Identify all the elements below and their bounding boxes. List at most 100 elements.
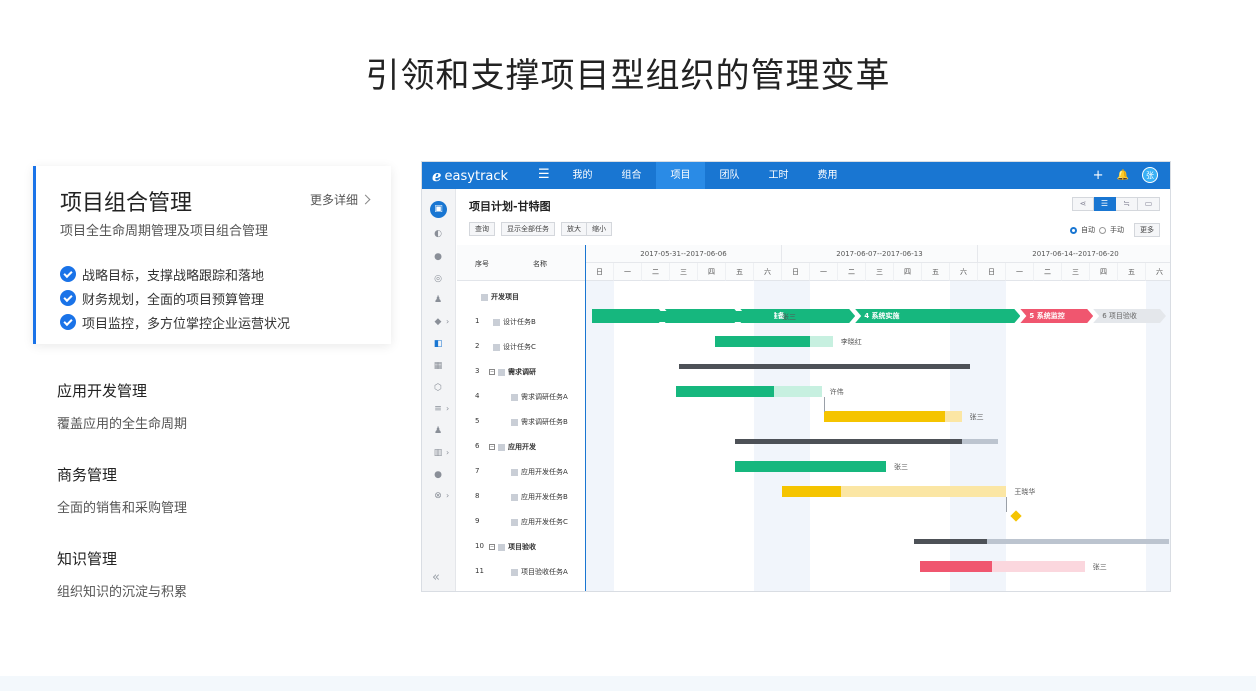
table-row[interactable]: 8 应用开发任务B: [457, 483, 586, 508]
list-item-label: 项目监控，多方位掌控企业运营状况: [82, 316, 291, 332]
task-bar[interactable]: [592, 311, 774, 322]
chevron-right-icon: [360, 194, 371, 205]
more-details-link[interactable]: 更多详细: [310, 191, 371, 208]
phase-bar[interactable]: 4 系统实施: [855, 309, 1020, 323]
task-name: − 项目验收: [489, 542, 536, 552]
task-icon: [498, 443, 505, 451]
list-icon[interactable]: ≡: [433, 404, 443, 414]
auto-radio[interactable]: [1070, 226, 1077, 234]
feature-card-portfolio[interactable]: 项目组合管理 更多详细 项目全生命周期管理及项目组合管理 战略目标，支撑战略跟踪…: [33, 166, 391, 344]
manual-radio[interactable]: [1099, 226, 1106, 234]
gantt-grid: 序号 名称 2017-05-31--2017-06-06 2017-06-07--…: [457, 245, 1170, 591]
add-icon[interactable]: +: [1093, 168, 1104, 183]
list-item: 项目监控，多方位掌控企业运营状况: [60, 310, 290, 334]
table-row[interactable]: 1 设计任务B: [457, 308, 586, 333]
logo-icon: ℯ: [432, 167, 442, 185]
row-number: 5: [475, 417, 480, 425]
nav-item-timesheet[interactable]: 工时: [754, 162, 803, 189]
calendar-icon[interactable]: ▦: [433, 361, 443, 371]
task-bar[interactable]: [676, 386, 822, 397]
table-row[interactable]: 4 需求调研任务A: [457, 383, 586, 408]
task-bar[interactable]: [782, 486, 1007, 497]
shield-icon[interactable]: ⬡: [433, 383, 443, 393]
collapse-icon[interactable]: −: [489, 544, 495, 550]
task-label: 项目验收: [508, 543, 536, 551]
filter-view-icon[interactable]: ≒: [1116, 197, 1138, 211]
task-remaining: [944, 411, 962, 422]
table-row[interactable]: 6 − 应用开发: [457, 433, 586, 458]
avatar[interactable]: 张: [1142, 167, 1158, 183]
assignee-label: 张三: [969, 413, 984, 421]
task-bar[interactable]: [734, 461, 886, 472]
report-icon[interactable]: ▥: [433, 448, 443, 458]
summary-progress: [914, 539, 987, 544]
table-row[interactable]: 11 项目验收任务A: [457, 558, 586, 583]
show-all-tasks-button[interactable]: 显示全部任务: [501, 222, 555, 236]
day-header: 五: [726, 263, 754, 281]
assignee-label: 许伟: [829, 388, 844, 396]
bell-icon[interactable]: 🔔: [1117, 170, 1129, 181]
collapse-icon[interactable]: −: [489, 444, 495, 450]
collapse-icon[interactable]: −: [489, 369, 495, 375]
task-label: 应用开发任务C: [521, 518, 568, 526]
link-icon[interactable]: ⊗: [433, 491, 443, 501]
table-view-icon[interactable]: ▭: [1138, 197, 1160, 211]
nav-item-mine[interactable]: 我的: [558, 162, 607, 189]
table-row[interactable]: 开发项目: [457, 283, 586, 308]
feature-knowledge[interactable]: 知识管理 组织知识的沉淀与积累: [57, 548, 187, 600]
task-name: 需求调研任务A: [511, 392, 568, 402]
gantt-icon[interactable]: ◧: [433, 339, 443, 349]
table-row[interactable]: 9 应用开发任务C: [457, 508, 586, 533]
team-icon[interactable]: ♟: [433, 426, 443, 436]
summary-bar[interactable]: [914, 539, 1169, 544]
dependency-line: [824, 397, 826, 412]
phase-bar[interactable]: 6 项目验收: [1093, 309, 1166, 323]
phase-bar[interactable]: 5 系统监控: [1020, 309, 1093, 323]
day-header: 三: [1062, 263, 1090, 281]
clock-icon[interactable]: ◐: [433, 229, 443, 239]
home-icon[interactable]: ▣: [430, 201, 447, 218]
task-label: 应用开发: [508, 443, 536, 451]
chat-icon[interactable]: ●: [433, 470, 443, 480]
task-name: 开发项目: [481, 292, 519, 302]
users-icon[interactable]: ♟: [433, 295, 443, 305]
task-remaining: [841, 486, 1007, 497]
collapse-icon[interactable]: «: [432, 570, 440, 585]
task-bar[interactable]: [715, 336, 833, 347]
zoom-out-button[interactable]: 缩小: [587, 222, 612, 236]
target-icon[interactable]: ◎: [433, 274, 443, 284]
zoom-in-button[interactable]: 放大: [561, 222, 587, 236]
summary-bar[interactable]: [678, 364, 970, 369]
task-icon: [481, 293, 488, 301]
nav-item-portfolio[interactable]: 组合: [607, 162, 656, 189]
task-bar[interactable]: [919, 561, 1085, 572]
summary-bar[interactable]: [734, 439, 998, 444]
diamond-icon[interactable]: ◆: [433, 317, 443, 327]
feature-app-dev[interactable]: 应用开发管理 覆盖应用的全生命周期: [57, 380, 187, 432]
task-label: 设计任务B: [503, 318, 536, 326]
more-button[interactable]: 更多: [1134, 223, 1160, 237]
feature-title: 应用开发管理: [57, 382, 148, 400]
table-row[interactable]: 5 需求调研任务B: [457, 408, 586, 433]
table-row[interactable]: 2 设计任务C: [457, 333, 586, 358]
query-button[interactable]: 查询: [469, 222, 495, 236]
table-row[interactable]: 10− 项目验收: [457, 533, 586, 558]
gantt-view-icon[interactable]: ☰: [1094, 197, 1116, 211]
nav-item-project[interactable]: 项目: [656, 162, 705, 189]
feature-business[interactable]: 商务管理 全面的销售和采购管理: [57, 464, 187, 516]
task-bar[interactable]: [824, 411, 962, 422]
day-header: 六: [1146, 263, 1170, 281]
table-row[interactable]: 3 − 需求调研: [457, 358, 586, 383]
nav-item-expense[interactable]: 费用: [803, 162, 852, 189]
task-label: 项目验收任务A: [521, 568, 568, 576]
info-icon[interactable]: ●: [433, 252, 443, 262]
network-view-icon[interactable]: ⋖: [1072, 197, 1094, 211]
task-icon: [511, 393, 518, 401]
day-header: 一: [1006, 263, 1034, 281]
table-row[interactable]: 7 应用开发任务A: [457, 458, 586, 483]
task-icon: [498, 543, 505, 551]
menu-icon[interactable]: ☰: [538, 167, 550, 182]
app-logo[interactable]: ℯ easytrack: [432, 167, 508, 185]
nav-item-team[interactable]: 团队: [705, 162, 754, 189]
milestone-diamond[interactable]: [1010, 510, 1023, 522]
